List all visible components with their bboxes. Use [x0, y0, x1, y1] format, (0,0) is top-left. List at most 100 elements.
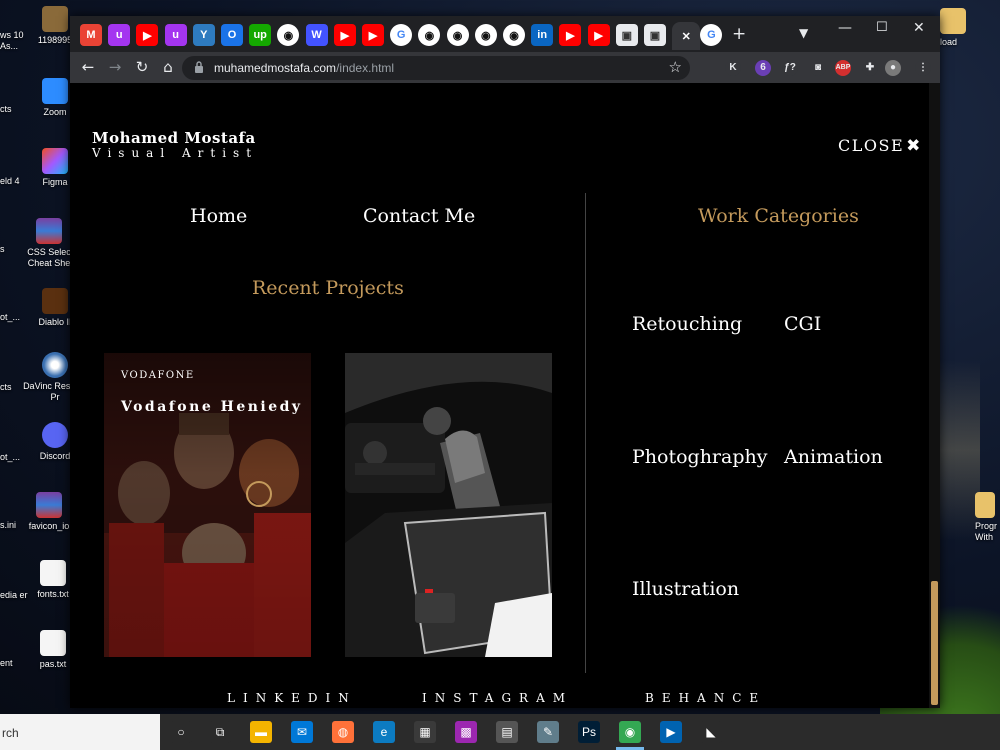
- tab-github-icon[interactable]: ◉: [418, 24, 441, 46]
- close-menu-button[interactable]: CLOSE ✖: [838, 136, 922, 156]
- reload-button[interactable]: ↻: [132, 58, 152, 76]
- tab-youtube-icon[interactable]: ▶: [136, 24, 159, 46]
- logo-name[interactable]: Mohamed Mostafa: [92, 129, 256, 147]
- tab-webflow-icon[interactable]: W: [305, 24, 328, 46]
- desktop-icon-label: s: [0, 244, 5, 254]
- tab-circle-icon[interactable]: O: [221, 24, 243, 46]
- task-view-icon[interactable]: ⧉: [209, 721, 231, 743]
- file-explorer-icon[interactable]: ▬: [250, 721, 272, 743]
- formula-icon[interactable]: ƒ?: [782, 60, 798, 76]
- project-card-car-interior[interactable]: [345, 353, 552, 657]
- new-tab-button[interactable]: +: [732, 24, 746, 44]
- tab-linkedin-icon[interactable]: in: [531, 24, 554, 46]
- figma-icon: [42, 148, 68, 174]
- project-card-vodafone[interactable]: VODAFONE Vodafone Heniedy: [104, 353, 311, 657]
- firefox-icon[interactable]: ◍: [332, 721, 354, 743]
- car-interior-photo: [345, 353, 552, 657]
- desktop-icon-program[interactable]: Progr With: [975, 492, 1000, 543]
- desktop-icon-label: pas.txt: [39, 659, 67, 669]
- nav-contact-link[interactable]: Contact Me: [363, 205, 475, 227]
- category-illustration[interactable]: Illustration: [632, 578, 739, 600]
- nav-home-link[interactable]: Home: [190, 205, 247, 227]
- close-icon: ✖: [906, 136, 922, 156]
- tab-google-icon[interactable]: G: [700, 24, 723, 46]
- chrome-icon[interactable]: ◉: [619, 721, 641, 743]
- tab-youtube-icon[interactable]: ▶: [559, 24, 582, 46]
- photoshop-icon[interactable]: Ps: [578, 721, 600, 743]
- tab-github-icon[interactable]: ◉: [474, 24, 497, 46]
- tab-github-icon[interactable]: ◉: [277, 24, 300, 46]
- website-menu-overlay: Mohamed Mostafa Visual Artist CLOSE ✖ Hom…: [70, 83, 940, 708]
- text-file-icon: [40, 560, 66, 586]
- desktop-icon[interactable]: cts: [0, 382, 20, 393]
- category-retouching[interactable]: Retouching: [632, 313, 742, 335]
- bookmark-star-icon[interactable]: ☆: [669, 58, 682, 76]
- adblock-icon[interactable]: ABP: [835, 60, 851, 76]
- maximize-button[interactable]: ☐: [876, 20, 888, 35]
- url-host: muhamedmostafa.com: [214, 61, 337, 75]
- desktop-icon-label: eld 4: [0, 176, 20, 186]
- desktop-icon-label: Discord: [39, 451, 71, 461]
- social-instagram-link[interactable]: INSTAGRAM: [422, 691, 573, 705]
- address-bar[interactable]: muhamedmostafa.com/index.html ☆: [182, 56, 690, 80]
- tab-site-icon[interactable]: ▣: [615, 24, 638, 46]
- tab-google-icon[interactable]: G: [390, 24, 413, 46]
- back-button[interactable]: ←: [78, 58, 98, 76]
- media-icon[interactable]: ▶: [660, 721, 682, 743]
- social-linkedin-link[interactable]: LINKEDIN: [227, 691, 357, 705]
- browser-window: + ▼ — ☐ ✕ Mu ▶ u Y Oup ◉ W ▶ ▶ G ◉ ◉ ◉ ◉ in ▶ ▶ ▣ ▣ ✕ G ← → …: [70, 16, 940, 708]
- recent-projects-title: Recent Projects: [252, 277, 404, 299]
- minimize-button[interactable]: —: [838, 20, 852, 36]
- menu-dots-icon[interactable]: ⋮: [915, 60, 931, 76]
- nvidia-icon[interactable]: ◣: [700, 721, 722, 743]
- store-icon[interactable]: ▦: [414, 721, 436, 743]
- work-categories-title: Work Categories: [698, 205, 859, 227]
- active-tab-close-icon[interactable]: ✕: [672, 22, 701, 50]
- forward-button[interactable]: →: [105, 58, 125, 76]
- desktop-icon-label: ot_...: [0, 312, 21, 322]
- zoom-icon: [42, 78, 68, 104]
- category-cgi[interactable]: CGI: [784, 313, 821, 335]
- tab-github-icon[interactable]: ◉: [503, 24, 525, 46]
- profile-avatar-icon[interactable]: ●: [885, 60, 901, 76]
- desktop-icon-label: ot_...: [0, 452, 21, 462]
- category-photography[interactable]: Photoghraphy: [632, 446, 767, 468]
- k-extension-icon[interactable]: K: [725, 60, 741, 76]
- paint-icon[interactable]: ✎: [537, 721, 559, 743]
- desktop-icon-download[interactable]: load: [940, 8, 1000, 48]
- url-path: /index.html: [336, 61, 395, 75]
- calculator-icon[interactable]: ▤: [496, 721, 518, 743]
- puzzle-icon[interactable]: ✚: [862, 60, 878, 76]
- desktop-icon-label: Zoom: [43, 107, 67, 117]
- lock-icon: [195, 61, 203, 73]
- logo-subtitle: Visual Artist: [92, 146, 259, 160]
- tab-upwork-icon[interactable]: up: [249, 24, 272, 46]
- taskbar-search-input[interactable]: rch: [0, 714, 160, 750]
- mail-icon[interactable]: ✉: [291, 721, 313, 743]
- tab-udemy-icon[interactable]: u: [164, 24, 187, 46]
- menu-divider: [585, 193, 586, 673]
- close-window-button[interactable]: ✕: [913, 20, 925, 36]
- tab-github-icon[interactable]: ◉: [446, 24, 469, 46]
- camera-icon[interactable]: ◙: [810, 60, 826, 76]
- color-picker-icon[interactable]: ▩: [455, 721, 477, 743]
- tab-site-icon[interactable]: ▣: [644, 24, 666, 46]
- desktop-icon-label: ent: [0, 658, 13, 668]
- tab-youtube-icon[interactable]: ▶: [587, 24, 610, 46]
- tab-gmail-icon[interactable]: M: [80, 24, 102, 46]
- category-animation[interactable]: Animation: [784, 446, 883, 468]
- cortana-icon[interactable]: ○: [170, 721, 192, 743]
- desktop-icon[interactable]: cts: [0, 104, 20, 115]
- tab-udemy-icon[interactable]: u: [108, 24, 131, 46]
- edge-icon[interactable]: e: [373, 721, 395, 743]
- home-button[interactable]: ⌂: [158, 58, 178, 76]
- tab-youtube-icon[interactable]: ▶: [333, 24, 356, 46]
- tab-youtube-icon[interactable]: ▶: [362, 24, 384, 46]
- tab-testing-icon[interactable]: Y: [192, 24, 215, 46]
- text-file-icon: [40, 630, 66, 656]
- tab-search-icon[interactable]: ▼: [799, 26, 808, 40]
- scrollbar-thumb[interactable]: [931, 581, 938, 705]
- diablo-icon: [42, 288, 68, 314]
- social-behance-link[interactable]: BEHANCE: [645, 691, 766, 705]
- extension-badge-icon[interactable]: 6: [755, 60, 771, 76]
